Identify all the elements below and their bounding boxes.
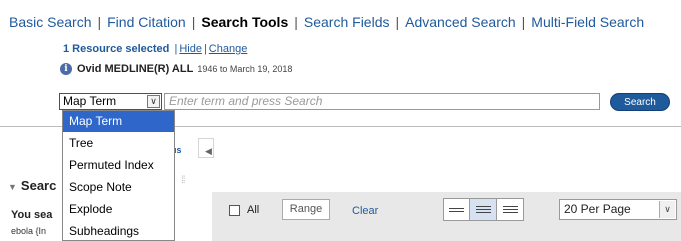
resource-separator: | (174, 43, 178, 55)
nav-separator: | (97, 14, 102, 30)
search-input-placeholder: Enter term and press Search (169, 94, 323, 108)
select-all-checkbox[interactable] (229, 205, 240, 216)
dropdown-option-permuted-index[interactable]: Permuted Index (63, 154, 174, 176)
panel-tab-label[interactable]: ıs (174, 145, 182, 155)
search-history-heading[interactable]: ▼ Searc (8, 178, 56, 193)
abstract-view-icon[interactable] (497, 198, 524, 221)
resource-count: 1 Resource selected (63, 43, 170, 55)
citation-view-icon[interactable] (470, 198, 497, 221)
per-page-value: 20 Per Page (564, 202, 631, 216)
nav-separator: | (191, 14, 196, 30)
chevron-down-icon[interactable]: ∨ (147, 95, 160, 108)
tab-search-tools[interactable]: Search Tools (201, 14, 288, 30)
database-date-range: 1946 to March 19, 2018 (197, 64, 293, 74)
dropdown-option-explode[interactable]: Explode (63, 198, 174, 220)
search-mode-nav: Basic Search | Find Citation | Search Tools |… (9, 14, 644, 30)
dropdown-option-subheadings[interactable]: Subheadings (63, 220, 174, 241)
tab-basic-search[interactable]: Basic Search (9, 14, 91, 30)
resource-separator: | (203, 43, 207, 55)
search-mode-value: Map Term (63, 94, 117, 108)
database-info: i Ovid MEDLINE(R) ALL 1946 to March 19, … (60, 63, 292, 75)
nav-separator: | (395, 14, 400, 30)
view-mode-group (443, 198, 524, 221)
search-mode-dropdown: Map Term Tree Permuted Index Scope Note … (62, 110, 175, 241)
nav-separator: | (521, 14, 526, 30)
drag-handle-icon[interactable]: ⁞⁞ (181, 176, 185, 186)
search-button[interactable]: Search (610, 93, 670, 111)
hide-link[interactable]: Hide (179, 43, 202, 55)
nav-separator: | (294, 14, 298, 30)
per-page-select[interactable]: 20 Per Page ∨ (559, 199, 677, 220)
resource-selection: 1 Resource selected | Hide | Change (63, 43, 247, 55)
title-view-icon[interactable] (443, 198, 470, 221)
dropdown-option-tree[interactable]: Tree (63, 132, 174, 154)
select-all-label: All (247, 204, 260, 216)
collapse-left-icon[interactable]: ◀ (205, 146, 212, 157)
dropdown-option-scope-note[interactable]: Scope Note (63, 176, 174, 198)
tab-multi-field-search[interactable]: Multi-Field Search (531, 14, 644, 30)
clear-link[interactable]: Clear (352, 205, 378, 217)
tab-advanced-search[interactable]: Advanced Search (405, 14, 516, 30)
tab-search-fields[interactable]: Search Fields (304, 14, 390, 30)
database-name: Ovid MEDLINE(R) ALL (77, 63, 194, 75)
search-history-title: Searc (20, 178, 57, 193)
change-link[interactable]: Change (209, 43, 248, 55)
you-searched-label: You sea (11, 209, 53, 221)
chevron-down-icon[interactable]: ∨ (659, 201, 675, 218)
info-icon[interactable]: i (60, 63, 72, 75)
search-input[interactable]: Enter term and press Search (164, 93, 600, 110)
range-button[interactable]: Range (282, 199, 330, 220)
searched-query: ebola {In (11, 226, 47, 236)
expand-triangle-icon: ▼ (8, 182, 17, 192)
search-mode-select[interactable]: Map Term ∨ (59, 93, 162, 110)
tab-find-citation[interactable]: Find Citation (107, 14, 186, 30)
dropdown-option-map-term[interactable]: Map Term (63, 111, 174, 132)
